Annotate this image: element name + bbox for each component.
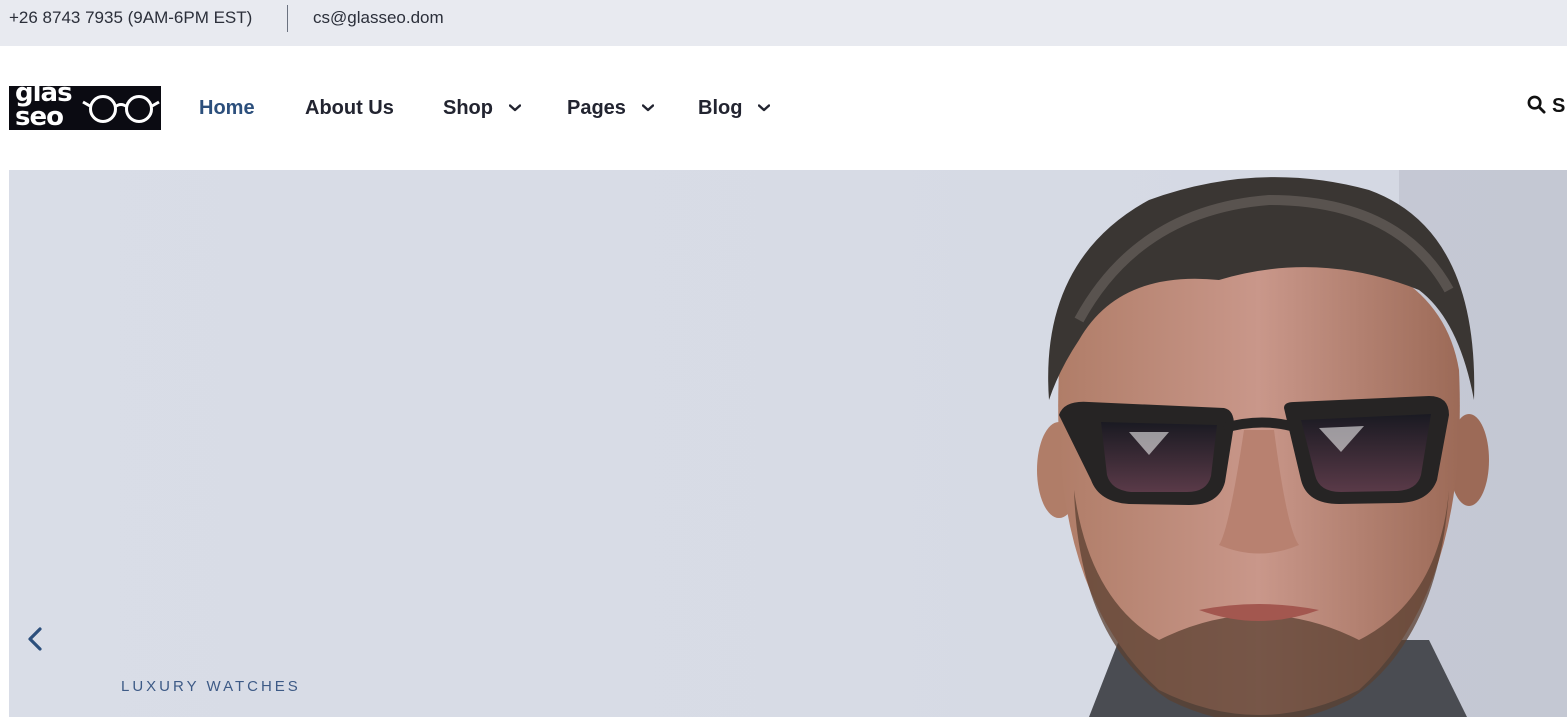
contact-email[interactable]: cs@glasseo.dom bbox=[313, 8, 444, 28]
nav-about-us[interactable]: About Us bbox=[305, 97, 394, 120]
site-logo[interactable]: glas seo bbox=[9, 86, 161, 130]
topbar-divider bbox=[287, 5, 288, 32]
hero-model-image bbox=[1037, 170, 1567, 717]
top-bar: +26 8743 7935 (9AM-6PM EST) cs@glasseo.d… bbox=[0, 0, 1567, 46]
search-label: S bbox=[1552, 95, 1566, 117]
chevron-down-icon bbox=[757, 95, 771, 118]
logo-text-line2: seo bbox=[15, 102, 64, 130]
slider-prev-button[interactable] bbox=[25, 626, 45, 657]
nav-pages[interactable]: Pages bbox=[567, 97, 654, 120]
nav-shop[interactable]: Shop bbox=[443, 97, 521, 120]
search-button[interactable]: S bbox=[1527, 95, 1565, 118]
chevron-down-icon bbox=[508, 95, 521, 118]
nav-about-us-label: About Us bbox=[305, 97, 394, 119]
chevron-left-icon bbox=[28, 627, 42, 651]
site-header: glas seo Home About Us Shop Pages Blog S bbox=[0, 46, 1567, 170]
nav-home-label: Home bbox=[199, 97, 255, 119]
search-icon bbox=[1527, 95, 1546, 114]
glasses-logo-icon bbox=[82, 95, 160, 123]
nav-blog[interactable]: Blog bbox=[698, 95, 771, 120]
nav-blog-label: Blog bbox=[698, 97, 743, 119]
hero-tagline: LUXURY WATCHES bbox=[121, 678, 301, 695]
hero-slider: LUXURY WATCHES bbox=[9, 170, 1567, 717]
nav-shop-label: Shop bbox=[443, 97, 493, 119]
contact-phone[interactable]: +26 8743 7935 (9AM-6PM EST) bbox=[9, 8, 252, 28]
nav-home[interactable]: Home bbox=[199, 97, 255, 120]
nav-pages-label: Pages bbox=[567, 97, 626, 119]
chevron-down-icon bbox=[641, 95, 654, 118]
